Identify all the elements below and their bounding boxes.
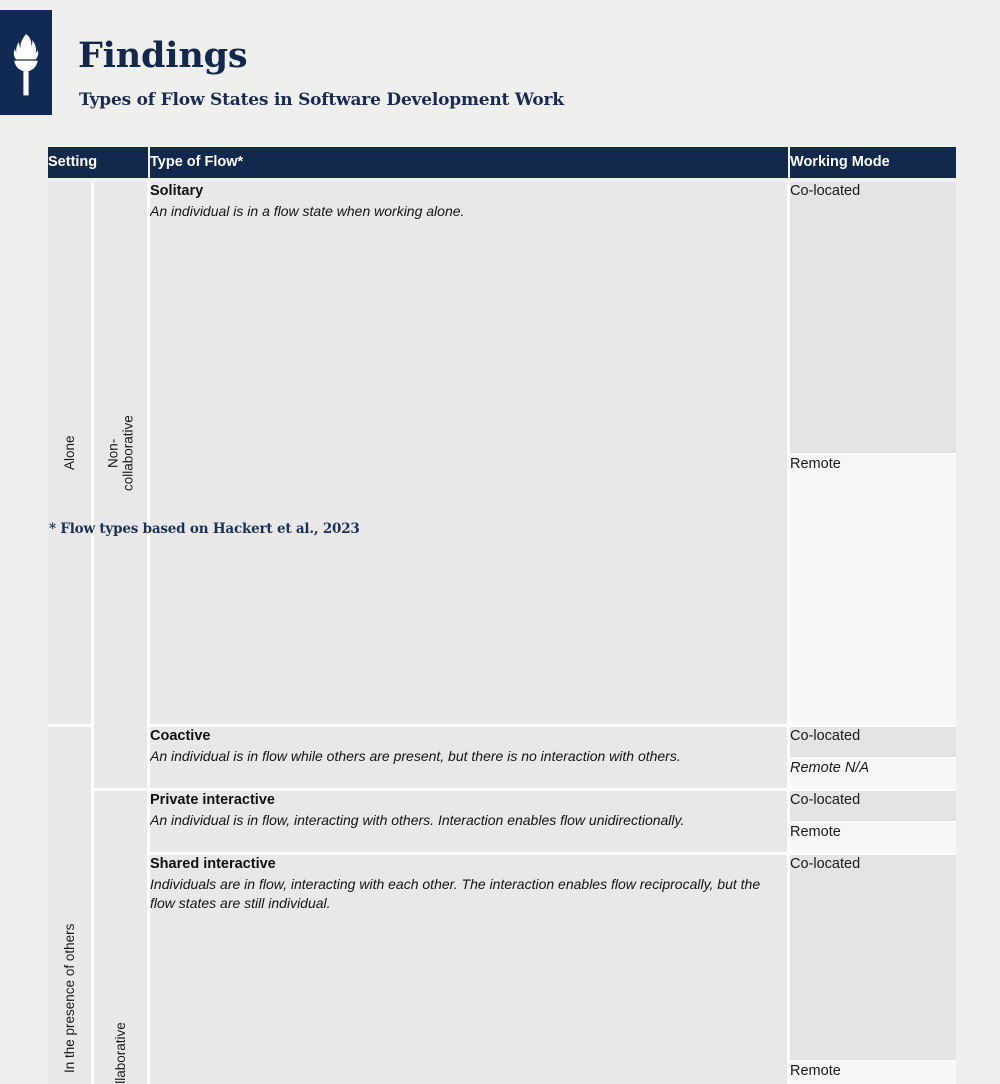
column-header-type-of-flow: Type of Flow*	[150, 147, 790, 178]
flow-description: Individuals are in flow, interacting wit…	[150, 875, 787, 913]
setting-cell-in-presence-of-others: In the presence of others	[48, 727, 94, 1084]
flow-description: An individual is in flow while others ar…	[150, 747, 787, 766]
table-row: In the presence of others Coactive An in…	[48, 727, 956, 759]
collaboration-cell-non-collaborative: Non- collaborative	[94, 182, 150, 791]
table-row: Collaborative Private interactive An ind…	[48, 791, 956, 823]
flow-name: Private interactive	[150, 791, 787, 810]
findings-table: Setting Type of Flow* Working Mode Alone…	[48, 147, 956, 1084]
flow-description: An individual is in a flow state when wo…	[150, 202, 787, 221]
collaboration-cell-collaborative: Collaborative	[94, 791, 150, 1084]
flow-description: An individual is in flow, interacting wi…	[150, 811, 787, 830]
flow-cell-solitary: Solitary An individual is in a flow stat…	[150, 182, 790, 727]
collaboration-label-collaborative: Collaborative	[94, 791, 147, 1084]
setting-label-in-presence-of-others: In the presence of others	[48, 727, 91, 1084]
column-header-working-mode: Working Mode	[790, 147, 956, 178]
page-subtitle: Types of Flow States in Software Develop…	[79, 89, 564, 111]
setting-label-alone: Alone	[48, 182, 91, 724]
brand-logo-block	[0, 10, 52, 115]
working-mode-cell: Remote	[790, 823, 956, 855]
working-mode-cell: Co-located	[790, 855, 956, 1062]
flow-cell-private-interactive: Private interactive An individual is in …	[150, 791, 790, 855]
working-mode-cell: Remote	[790, 455, 956, 728]
flow-name: Coactive	[150, 727, 787, 746]
working-mode-cell: Co-located	[790, 182, 956, 455]
collaboration-label-non-collaborative: Non- collaborative	[94, 182, 147, 724]
working-mode-cell: Co-located	[790, 727, 956, 759]
torch-flame-icon	[0, 10, 52, 115]
flow-cell-shared-interactive: Shared interactive Individuals are in fl…	[150, 855, 790, 1084]
flow-name: Solitary	[150, 182, 787, 201]
table-row: Alone Non- collaborative Solitary An ind…	[48, 182, 956, 455]
working-mode-cell: Remote N/A	[790, 759, 956, 791]
working-mode-cell: Co-located	[790, 791, 956, 823]
table-row: Shared interactive Individuals are in fl…	[48, 855, 956, 1062]
setting-cell-alone: Alone	[48, 182, 94, 727]
footnote: * Flow types based on Hackert et al., 20…	[49, 521, 360, 537]
flow-name: Shared interactive	[150, 855, 787, 874]
working-mode-cell: Remote	[790, 1062, 956, 1084]
table-header-row: Setting Type of Flow* Working Mode	[48, 147, 956, 178]
column-header-setting: Setting	[48, 147, 150, 178]
page-title: Findings	[78, 36, 247, 76]
flow-cell-coactive: Coactive An individual is in flow while …	[150, 727, 790, 791]
